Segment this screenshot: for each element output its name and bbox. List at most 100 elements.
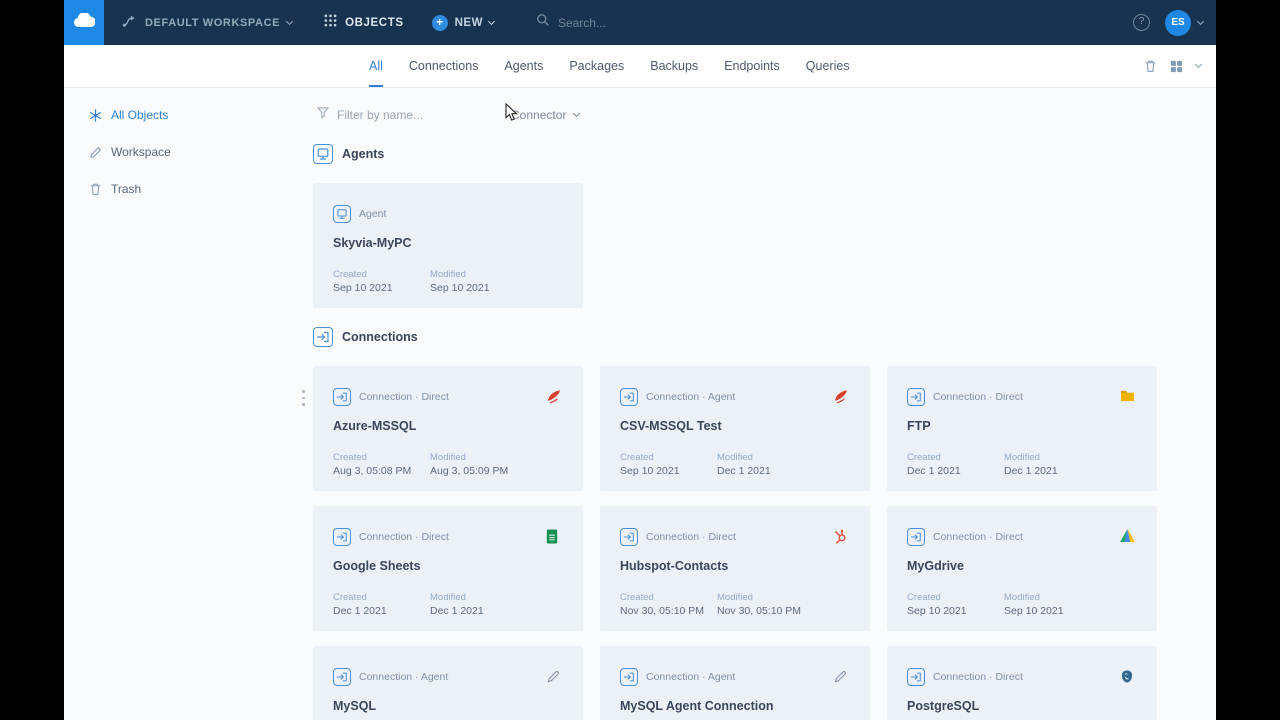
card-type-label: Connection · Direct [359,391,449,403]
top-navbar: DEFAULT WORKSPACE OBJECTS NEW [64,0,1216,45]
card-type-label: Connection · Direct [359,531,449,543]
created-label: Created [620,592,654,603]
connection-card-mysql[interactable]: Connection · Agent MySQL Created Modifie… [313,646,583,720]
tab-backups[interactable]: Backups [650,45,698,87]
asterisk-icon [88,108,102,122]
modified-label: Modified [430,269,466,280]
navbar-right: ? ES [1133,9,1216,36]
tab-packages[interactable]: Packages [569,45,624,87]
card-dates: Created Dec 1 2021 Modified Dec 1 2021 [333,592,527,617]
section-connections: Connections Connection · Direct Azure-MS… [313,327,1216,720]
delete-icon[interactable] [1144,59,1157,73]
card-dates: Created Sep 10 2021 Modified Dec 1 2021 [620,452,814,477]
connection-card-mysql-agent-connection[interactable]: Connection · Agent MySQL Agent Connectio… [600,646,870,720]
card-type-label: Connection · Agent [646,391,736,403]
connection-card-google-sheets[interactable]: Connection · Direct Google Sheets Create… [313,506,583,631]
drag-handle-dots[interactable] [302,390,305,406]
new-button[interactable]: NEW [431,14,495,31]
sidebar-item-workspace[interactable]: Workspace [88,142,313,162]
section-agents: Agents Agent Skyvia-MyPC Created Sep 10 … [313,144,1216,308]
card-name: CSV-MSSQL Test [620,419,722,433]
plus-icon [431,14,448,31]
page-body: All Objects Workspace Trash Filter by na… [64,88,1216,720]
connections-card-grid: Connection · Direct Azure-MSSQL Created A… [313,366,1216,720]
sidebar-item-trash[interactable]: Trash [88,179,313,199]
card-name: PostgreSQL [907,699,980,713]
created-label: Created [620,452,654,463]
tab-all[interactable]: All [369,45,383,87]
trash-icon [88,182,102,196]
card-type-label: Connection · Agent [646,671,736,683]
connector-dropdown[interactable]: Connector [511,108,581,122]
card-type-label: Connection · Direct [933,531,1023,543]
object-tabbar: All Connections Agents Packages Backups … [64,45,1216,88]
created-value: Dec 1 2021 [907,465,961,477]
search-icon [536,13,550,32]
chevron-down-icon [573,109,581,118]
connection-icon [620,388,638,406]
connection-card-azure-mssql[interactable]: Connection · Direct Azure-MSSQL Created A… [313,366,583,491]
filter-row: Connector [317,105,1216,125]
app-logo[interactable] [64,0,104,45]
sqlserver-icon [546,389,561,404]
card-name: MySQL [333,699,377,713]
card-type-label: Connection · Agent [359,671,449,683]
modified-label: Modified [717,452,753,463]
search-input[interactable] [557,15,688,30]
connection-card-mygdrive[interactable]: Connection · Direct MyGdrive Created Sep … [887,506,1157,631]
avatar: ES [1165,9,1191,36]
tab-queries[interactable]: Queries [806,45,850,87]
view-options-chevron-icon[interactable] [1194,60,1203,69]
view-grid-icon[interactable] [1170,60,1183,73]
postgresql-icon [1120,669,1135,684]
card-name: MySQL Agent Connection [620,699,774,713]
card-name: Google Sheets [333,559,421,573]
modified-value: Nov 30, 05:10 PM [717,605,802,617]
created-value: Sep 10 2021 [333,282,393,294]
connection-icon [620,668,638,686]
nav-objects[interactable]: OBJECTS [324,14,404,32]
created-value: Sep 10 2021 [907,605,967,617]
connection-card-csv-mssql-test[interactable]: Connection · Agent CSV-MSSQL Test Create… [600,366,870,491]
modified-label: Modified [430,592,466,603]
tab-agents[interactable]: Agents [504,45,543,87]
agents-card-grid: Agent Skyvia-MyPC Created Sep 10 2021 Mo… [313,183,1216,308]
created-label: Created [907,592,941,603]
modified-label: Modified [717,592,753,603]
created-value: Dec 1 2021 [333,605,387,617]
connection-icon [907,528,925,546]
connection-card-hubspot-contacts[interactable]: Connection · Direct Hubspot-Contacts Cre… [600,506,870,631]
modified-value: Dec 1 2021 [430,605,484,617]
modified-value: Sep 10 2021 [1004,605,1064,617]
modified-value: Dec 1 2021 [717,465,771,477]
modified-label: Modified [1004,592,1040,603]
tab-connections[interactable]: Connections [409,45,479,87]
card-type-label: Agent [359,208,387,220]
connection-card-postgresql[interactable]: Connection · Direct PostgreSQL Created M… [887,646,1157,720]
account-menu[interactable]: ES [1165,9,1205,36]
agent-card-skyvia-mypc[interactable]: Agent Skyvia-MyPC Created Sep 10 2021 Mo… [313,183,583,308]
tab-endpoints[interactable]: Endpoints [724,45,780,87]
pen-icon [833,669,848,684]
card-dates: Created Aug 3, 05:08 PM Modified Aug 3, 05… [333,452,527,477]
google-drive-icon [1120,529,1135,544]
created-label: Created [907,452,941,463]
workspace-switcher[interactable]: DEFAULT WORKSPACE [122,14,294,32]
sidebar: All Objects Workspace Trash [64,88,313,720]
sidebar-item-all-objects[interactable]: All Objects [88,105,313,125]
object-tabs: All Connections Agents Packages Backups … [369,45,850,87]
card-type-label: Connection · Direct [933,671,1023,683]
connection-card-ftp[interactable]: Connection · Direct FTP Created Dec 1 202… [887,366,1157,491]
connection-icon [907,668,925,686]
modified-label: Modified [430,452,466,463]
card-name: Skyvia-MyPC [333,236,412,250]
filter-name-input[interactable] [337,108,487,122]
agent-icon [313,144,333,164]
created-label: Created [333,592,367,603]
modified-value: Aug 3, 05:09 PM [430,465,509,477]
modified-value: Dec 1 2021 [1004,465,1058,477]
help-icon[interactable]: ? [1133,14,1150,31]
folder-icon [1120,389,1135,404]
created-label: Created [333,269,367,280]
connection-icon [333,388,351,406]
